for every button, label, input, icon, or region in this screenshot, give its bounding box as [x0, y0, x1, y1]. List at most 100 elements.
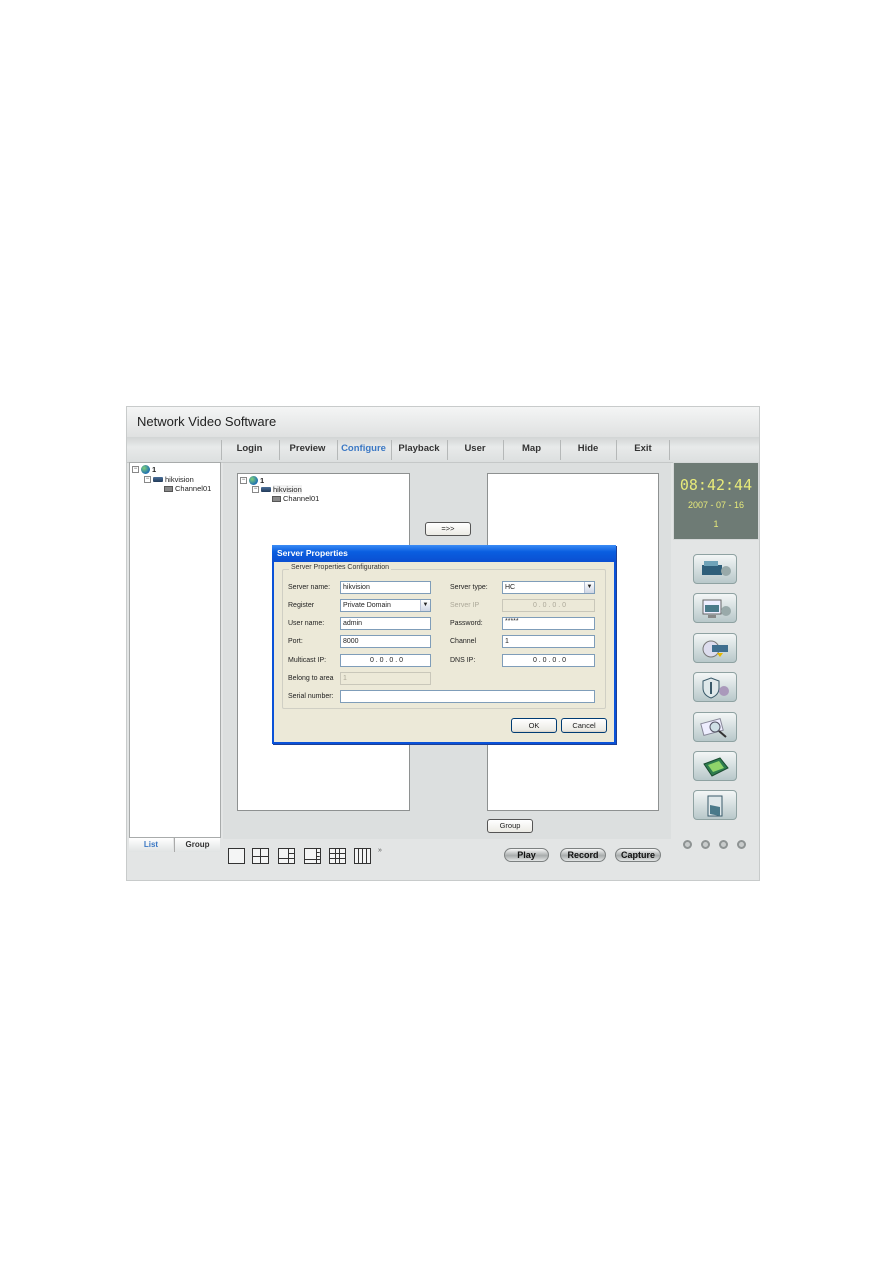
local-config-button[interactable] — [693, 593, 737, 623]
layout-8-icon[interactable] — [304, 848, 321, 864]
menu-preview[interactable]: Preview — [279, 440, 335, 460]
layout-16-icon[interactable] — [354, 848, 371, 864]
server-name-input[interactable]: hikvision — [340, 581, 431, 594]
clock-number: 1 — [713, 519, 719, 529]
group-button[interactable]: Group — [487, 819, 533, 833]
dialog-title-bar[interactable]: Server Properties — [272, 545, 616, 562]
password-label: Password: — [450, 620, 483, 627]
group-title: Server Properties Configuration — [289, 564, 392, 571]
exit-button[interactable] — [693, 790, 737, 820]
shield-gear-icon — [702, 677, 729, 699]
title-bar: Network Video Software — [127, 407, 759, 437]
clock-display: 08:42:44 2007 - 07 - 16 1 — [673, 462, 759, 540]
dialog-title: Server Properties — [277, 548, 348, 558]
tree-server-label: hikvision — [165, 475, 194, 484]
tree-channel-node[interactable]: Channel01 — [272, 494, 319, 503]
server-ip-label: Server IP — [450, 602, 480, 609]
layout-9-icon[interactable] — [329, 848, 346, 864]
cancel-button[interactable]: Cancel — [561, 718, 607, 733]
tree-root-label: 1 — [260, 476, 265, 485]
globe-icon — [141, 465, 150, 474]
channel-input[interactable]: 1 — [502, 635, 595, 648]
app-title: Network Video Software — [137, 414, 277, 429]
port-input[interactable]: 8000 — [340, 635, 431, 648]
tree-root-node[interactable]: − 1 — [240, 476, 264, 485]
register-value: Private Domain — [343, 602, 391, 609]
device-config-button[interactable] — [693, 554, 737, 584]
multicast-ip-input[interactable]: 0 . 0 . 0 . 0 — [340, 654, 431, 667]
device-tree-panel: − 1 − hikvision Channel01 — [129, 462, 221, 838]
menu-login[interactable]: Login — [221, 440, 277, 460]
server-ip-input: 0 . 0 . 0 . 0 — [502, 599, 595, 612]
server-name-label: Server name: — [288, 584, 331, 591]
disk-transfer-icon — [702, 640, 728, 658]
search-button[interactable] — [693, 712, 737, 742]
tree-channel-node[interactable]: Channel01 — [164, 484, 211, 493]
remote-config-button[interactable] — [693, 633, 737, 663]
register-label: Register — [288, 602, 315, 609]
collapse-icon[interactable]: − — [144, 476, 151, 483]
map-board-icon — [703, 757, 729, 777]
map-config-button[interactable] — [693, 751, 737, 781]
user-name-input[interactable]: admin — [340, 617, 431, 630]
server-gear-icon — [702, 561, 731, 576]
dvr-icon — [153, 477, 163, 482]
indicator-light-3 — [719, 840, 728, 849]
tab-list[interactable]: List — [129, 838, 173, 852]
record-button[interactable]: Record — [560, 848, 606, 862]
password-input[interactable]: ***** — [502, 617, 595, 630]
clock-date: 2007 - 07 - 16 — [687, 500, 745, 510]
menu-configure[interactable]: Configure — [337, 440, 389, 460]
more-layouts-icon[interactable]: » — [378, 847, 382, 854]
dropdown-arrow-icon[interactable]: ▼ — [584, 582, 594, 593]
serial-number-input[interactable] — [340, 690, 595, 703]
belong-area-label: Belong to area — [288, 675, 334, 682]
collapse-icon[interactable]: − — [240, 477, 247, 484]
server-type-value: HC — [505, 584, 516, 591]
menu-user[interactable]: User — [447, 440, 502, 460]
menu-map[interactable]: Map — [503, 440, 559, 460]
camera-icon — [272, 495, 281, 502]
ok-button[interactable]: OK — [511, 718, 557, 733]
dvr-icon — [261, 487, 271, 492]
menu-playback[interactable]: Playback — [391, 440, 446, 460]
tree-root-node[interactable]: − 1 — [132, 465, 156, 474]
serial-number-label: Serial number: — [288, 693, 334, 700]
play-button[interactable]: Play — [504, 848, 549, 862]
indicator-light-1 — [683, 840, 692, 849]
tree-server-node[interactable]: − hikvision — [252, 485, 302, 494]
dns-ip-label: DNS IP: — [450, 657, 476, 664]
magnifier-icon — [700, 718, 727, 738]
globe-icon — [249, 476, 258, 485]
multicast-ip-label: Multicast IP: — [288, 657, 327, 664]
layout-1-icon[interactable] — [228, 848, 245, 864]
exit-door-icon — [707, 795, 723, 817]
capture-button[interactable]: Capture — [615, 848, 661, 862]
register-select[interactable]: Private Domain ▼ — [340, 599, 431, 612]
tab-group[interactable]: Group — [174, 838, 220, 852]
tree-server-node[interactable]: − hikvision — [144, 475, 194, 484]
server-type-label: Server type: — [450, 584, 488, 591]
collapse-icon[interactable]: − — [132, 466, 139, 473]
tree-server-label: hikvision — [273, 485, 302, 494]
dns-ip-input[interactable]: 0 . 0 . 0 . 0 — [502, 654, 595, 667]
security-config-button[interactable] — [693, 672, 737, 702]
server-type-select[interactable]: HC ▼ — [502, 581, 595, 594]
collapse-icon[interactable]: − — [252, 486, 259, 493]
indicator-light-2 — [701, 840, 710, 849]
port-label: Port: — [288, 638, 303, 645]
layout-6-icon[interactable] — [278, 848, 295, 864]
tree-view-tabs: List Group — [129, 838, 221, 854]
tree-channel-label: Channel01 — [175, 484, 212, 493]
clock-time: 08:42:44 — [679, 476, 753, 494]
indicator-light-4 — [737, 840, 746, 849]
menu-hide[interactable]: Hide — [560, 440, 615, 460]
user-name-label: User name: — [288, 620, 325, 627]
dropdown-arrow-icon[interactable]: ▼ — [420, 600, 430, 611]
camera-icon — [164, 485, 173, 492]
monitor-gear-icon — [702, 599, 731, 618]
add-to-group-button[interactable]: =>> — [425, 522, 471, 536]
menu-exit[interactable]: Exit — [616, 440, 670, 460]
channel-label: Channel — [450, 638, 477, 645]
layout-4-icon[interactable] — [252, 848, 269, 864]
